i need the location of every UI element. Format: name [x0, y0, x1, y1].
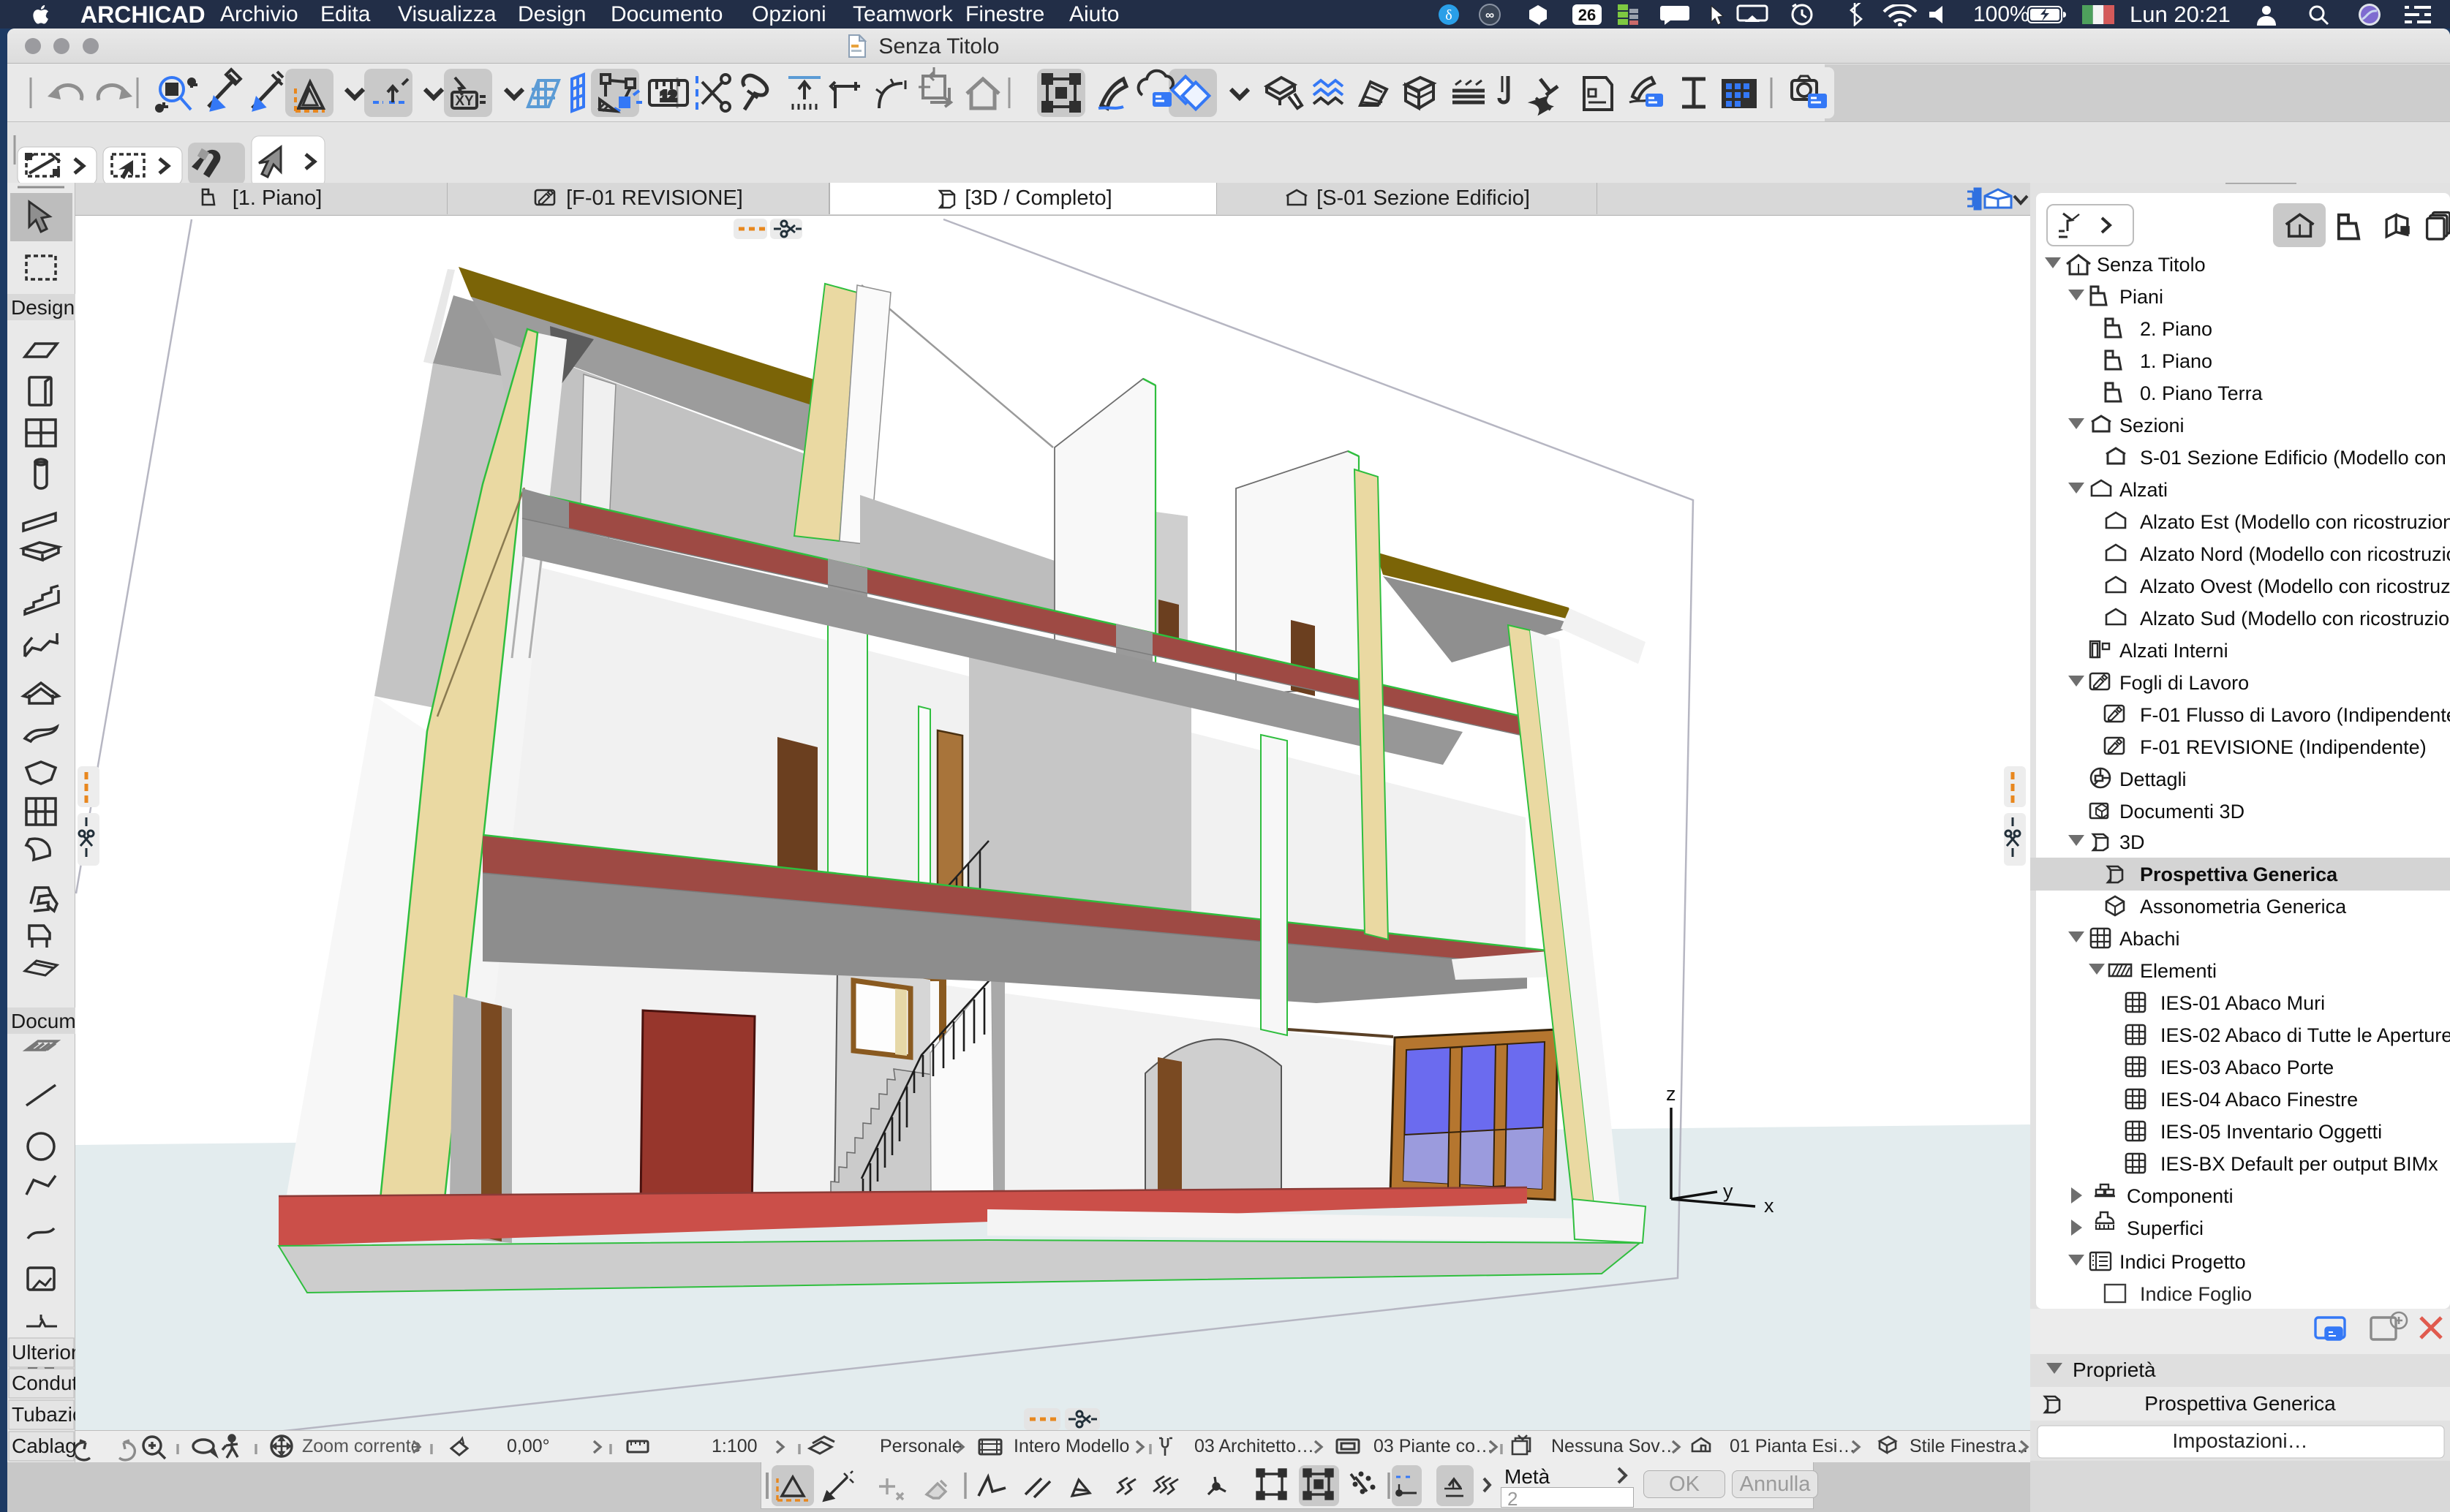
svg-text:26: 26 [1578, 6, 1596, 24]
svg-text:Sezioni: Sezioni [2119, 415, 2185, 436]
svg-text:Documenti 3D: Documenti 3D [2119, 801, 2244, 823]
svg-text:Superfici: Superfici [2127, 1217, 2204, 1239]
svg-text:Alzato Ovest (Modello con rico: Alzato Ovest (Modello con ricostruzione [2140, 575, 2450, 597]
svg-text:Proprietà: Proprietà [2073, 1358, 2156, 1381]
svg-text:Prospettiva Generica: Prospettiva Generica [2144, 1392, 2336, 1415]
svg-text:Condutt: Condutt [12, 1372, 75, 1394]
svg-text:1. Piano: 1. Piano [2140, 350, 2212, 372]
svg-text:Zoom corrente: Zoom corrente [302, 1436, 421, 1456]
svg-text:Prospettiva Generica: Prospettiva Generica [2140, 863, 2338, 885]
svg-text:XY: XY [455, 94, 474, 109]
svg-text:0,00°: 0,00° [507, 1436, 550, 1456]
svg-text:03 Piante co…: 03 Piante co… [1373, 1436, 1493, 1456]
svg-text:S-01 Sezione Edificio (Modello: S-01 Sezione Edificio (Modello con ricos… [2140, 447, 2450, 469]
svg-text:IES-04 Abaco Finestre: IES-04 Abaco Finestre [2160, 1089, 2358, 1111]
svg-text:F-01 REVISIONE (Indipendente): F-01 REVISIONE (Indipendente) [2140, 736, 2427, 758]
svg-text:F-01 Flusso di Lavoro (Indipen: F-01 Flusso di Lavoro (Indipendente) [2140, 704, 2450, 726]
svg-text:Fogli di Lavoro: Fogli di Lavoro [2119, 672, 2249, 694]
svg-text:Design: Design [11, 296, 75, 319]
svg-text:Nessuna Sov…: Nessuna Sov… [1551, 1436, 1678, 1456]
svg-text:Elementi: Elementi [2140, 960, 2217, 982]
svg-text:IES-01 Abaco Muri: IES-01 Abaco Muri [2160, 992, 2325, 1014]
svg-text:Indici Progetto: Indici Progetto [2119, 1251, 2246, 1273]
svg-text:x: x [1764, 1195, 1774, 1217]
svg-text:∞: ∞ [1485, 8, 1494, 22]
svg-text:12: 12 [660, 88, 676, 105]
svg-text:Tubazio: Tubazio [12, 1403, 75, 1426]
svg-text:Stile Finestra…: Stile Finestra… [1910, 1436, 2030, 1456]
svg-text:Impostazioni…: Impostazioni… [2172, 1429, 2307, 1452]
svg-text:Docume: Docume [11, 1010, 75, 1032]
svg-text:Dettagli: Dettagli [2119, 768, 2187, 790]
svg-text:Alzato Est (Modello con ricost: Alzato Est (Modello con ricostruzione au… [2140, 511, 2450, 533]
svg-text:Alzato Nord (Modello con ricos: Alzato Nord (Modello con ricostruzione a [2140, 543, 2450, 565]
svg-text:Ulteriori: Ulteriori [12, 1341, 75, 1364]
svg-text:Indice Foglio: Indice Foglio [2140, 1283, 2252, 1305]
svg-text:y: y [1723, 1180, 1733, 1202]
svg-text:Alzati: Alzati [2119, 479, 2168, 501]
svg-text:IES-05 Inventario Oggetti: IES-05 Inventario Oggetti [2160, 1121, 2382, 1143]
svg-text:Componenti: Componenti [2127, 1185, 2234, 1207]
svg-text:δ: δ [1445, 7, 1452, 23]
svg-text:2. Piano: 2. Piano [2140, 318, 2212, 340]
svg-text:Senza Titolo: Senza Titolo [2097, 254, 2206, 276]
svg-text:Alzato Sud (Modello con ricost: Alzato Sud (Modello con ricostruzione au [2140, 608, 2450, 630]
svg-text:IES-03 Abaco Porte: IES-03 Abaco Porte [2160, 1056, 2334, 1078]
svg-text:Abachi: Abachi [2119, 928, 2180, 950]
svg-text:IES-BX Default per output BIMx: IES-BX Default per output BIMx [2160, 1153, 2438, 1175]
svg-text:Cablagg: Cablagg [12, 1434, 75, 1457]
svg-text:3D: 3D [2119, 831, 2145, 853]
svg-text:0. Piano Terra: 0. Piano Terra [2140, 382, 2264, 404]
svg-text:z: z [1666, 1083, 1676, 1105]
svg-text:Alzati Interni: Alzati Interni [2119, 640, 2228, 662]
svg-text:Piani: Piani [2119, 286, 2163, 308]
svg-text:Intero Modello: Intero Modello [1014, 1436, 1129, 1456]
svg-text:01 Pianta Esi…: 01 Pianta Esi… [1730, 1436, 1855, 1456]
svg-text:Personale: Personale [880, 1436, 962, 1456]
svg-text:Assonometria Generica: Assonometria Generica [2140, 896, 2347, 918]
svg-text:03 Architetto…: 03 Architetto… [1194, 1436, 1314, 1456]
svg-text:IES-02 Abaco di Tutte le Apert: IES-02 Abaco di Tutte le Aperture [2160, 1024, 2450, 1046]
svg-text:1:100: 1:100 [712, 1436, 758, 1456]
